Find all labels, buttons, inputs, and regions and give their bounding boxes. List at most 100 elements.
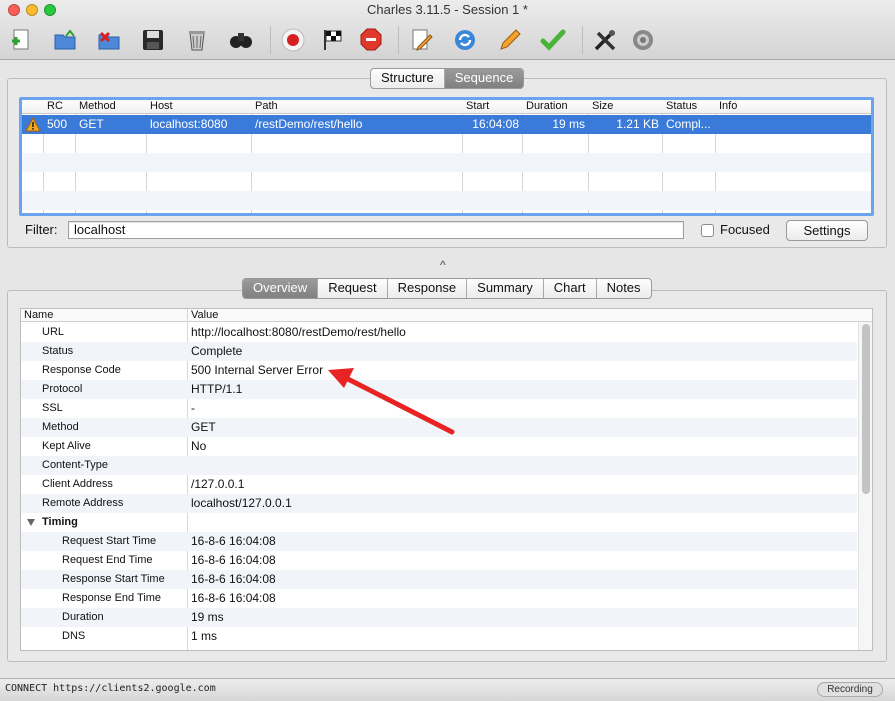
overview-row[interactable]: Request End Time 16-8-6 16:04:08 — [21, 551, 857, 570]
recording-indicator[interactable]: Recording — [817, 682, 883, 697]
cell-size: 1.21 KB — [616, 117, 659, 131]
row-name: Request Start Time — [62, 535, 157, 547]
row-name: Request End Time — [62, 554, 153, 566]
column-header-host[interactable]: Host — [147, 100, 173, 114]
save-session-icon[interactable] — [138, 25, 168, 55]
overview-row[interactable]: Response Start Time 16-8-6 16:04:08 — [21, 570, 857, 589]
warning-icon — [25, 115, 43, 134]
column-header-duration[interactable]: Duration — [523, 100, 568, 114]
overview-row[interactable]: Content-Type — [21, 456, 857, 475]
toolbar-separator — [398, 26, 399, 54]
cell-host: localhost:8080 — [150, 117, 228, 131]
scrollbar-thumb[interactable] — [862, 324, 870, 494]
row-name: Status — [42, 345, 74, 357]
settings-icon[interactable] — [628, 25, 658, 55]
column-header-method[interactable]: Method — [76, 100, 116, 114]
tab-sequence[interactable]: Sequence — [444, 69, 524, 88]
filter-label: Filter: — [25, 222, 58, 237]
cell-rc: 500 — [47, 117, 68, 131]
row-name: Timing — [42, 516, 78, 528]
row-value: 1 ms — [191, 629, 218, 643]
tools-icon[interactable] — [590, 25, 620, 55]
toolbar — [0, 22, 895, 58]
vertical-scrollbar[interactable] — [858, 322, 872, 650]
tab-notes[interactable]: Notes — [597, 279, 651, 298]
detail-tabs: Overview Request Response Summary Chart … — [242, 278, 652, 299]
compose-icon[interactable] — [494, 25, 524, 55]
row-value: GET — [191, 420, 216, 434]
annotation-arrow-icon — [328, 368, 455, 435]
table-header: RC Method Host Path Start Duration Size … — [22, 100, 871, 114]
disclosure-triangle-icon[interactable] — [27, 519, 35, 526]
tab-response[interactable]: Response — [388, 279, 468, 298]
overview-row[interactable]: Response End Time 16-8-6 16:04:08 — [21, 589, 857, 608]
throttle-icon[interactable] — [318, 25, 348, 55]
row-value: /127.0.0.1 — [191, 477, 245, 491]
clear-session-icon[interactable] — [182, 25, 212, 55]
tab-request[interactable]: Request — [318, 279, 388, 298]
repeat-icon[interactable] — [450, 25, 480, 55]
row-name: Response Start Time — [62, 573, 165, 585]
overview-row[interactable]: Request Start Time 16-8-6 16:04:08 — [21, 532, 857, 551]
close-session-icon[interactable] — [94, 25, 124, 55]
breakpoints-icon[interactable] — [356, 25, 386, 55]
filter-input[interactable]: localhost — [68, 221, 684, 239]
empty-row — [22, 153, 871, 172]
cell-info — [716, 115, 866, 134]
open-session-icon[interactable] — [50, 25, 80, 55]
status-text: CONNECT https://clients2.google.com — [5, 683, 216, 694]
row-value: HTTP/1.1 — [191, 382, 243, 396]
overview-row[interactable]: URL http://localhost:8080/restDemo/rest/h… — [21, 323, 857, 342]
row-value: localhost/127.0.0.1 — [191, 496, 292, 510]
focused-checkbox[interactable] — [701, 224, 714, 237]
row-name: Response End Time — [62, 592, 162, 604]
new-session-icon[interactable] — [6, 25, 36, 55]
overview-header: Name Value — [21, 309, 872, 322]
row-value: 16-8-6 16:04:08 — [191, 534, 276, 548]
column-header-size[interactable]: Size — [589, 100, 613, 114]
row-name: Response Code — [42, 364, 121, 376]
row-value: 500 Internal Server Error — [191, 363, 324, 377]
column-header-path[interactable]: Path — [252, 100, 278, 114]
tab-overview[interactable]: Overview — [243, 279, 319, 298]
splitter-handle[interactable]: ^ — [440, 258, 446, 272]
edit-icon[interactable] — [406, 25, 436, 55]
overview-row[interactable]: DNS 1 ms — [21, 627, 857, 646]
row-name: Remote Address — [42, 497, 124, 509]
column-header-status[interactable]: Status — [663, 100, 697, 114]
row-name: SSL — [42, 402, 63, 414]
row-value: - — [191, 401, 195, 415]
row-value: 16-8-6 16:04:08 — [191, 572, 276, 586]
timing-group-row[interactable]: Timing — [21, 513, 857, 532]
header-name: Name — [24, 309, 54, 321]
tab-chart[interactable]: Chart — [544, 279, 597, 298]
cell-status: Compl... — [666, 117, 711, 131]
validate-icon[interactable] — [538, 25, 568, 55]
row-value: No — [191, 439, 207, 453]
tab-summary[interactable]: Summary — [467, 279, 544, 298]
empty-row — [22, 172, 871, 191]
row-name: Duration — [62, 611, 104, 623]
table-row[interactable]: 500 GET localhost:8080 /restDemo/rest/he… — [22, 115, 871, 134]
find-icon[interactable] — [226, 25, 256, 55]
overview-row[interactable]: Duration 19 ms — [21, 608, 857, 627]
row-name: Content-Type — [42, 459, 109, 471]
row-value: 16-8-6 16:04:08 — [191, 591, 276, 605]
cell-duration: 19 ms — [552, 117, 585, 131]
toolbar-separator — [582, 26, 583, 54]
record-icon[interactable] — [278, 25, 308, 55]
settings-button[interactable]: Settings — [786, 220, 868, 241]
row-name: Client Address — [42, 478, 113, 490]
overview-row[interactable]: Client Address/127.0.0.1 — [21, 475, 857, 494]
sequence-table: RC Method Host Path Start Duration Size … — [19, 97, 874, 216]
column-header-info[interactable]: Info — [716, 100, 737, 114]
overview-row[interactable]: Status Complete — [21, 342, 857, 361]
tab-structure[interactable]: Structure — [371, 69, 445, 88]
overview-table: Name Value URL http://localhost:8080/rest… — [20, 308, 873, 651]
row-name: URL — [42, 326, 65, 338]
overview-row[interactable]: Remote Address localhost/127.0.0.1 — [21, 494, 857, 513]
column-header-rc[interactable]: RC — [44, 100, 63, 114]
column-header-start[interactable]: Start — [463, 100, 489, 114]
row-value: http://localhost:8080/restDemo/rest/hell… — [191, 325, 406, 339]
window-title: Charles 3.11.5 - Session 1 * — [367, 2, 528, 17]
